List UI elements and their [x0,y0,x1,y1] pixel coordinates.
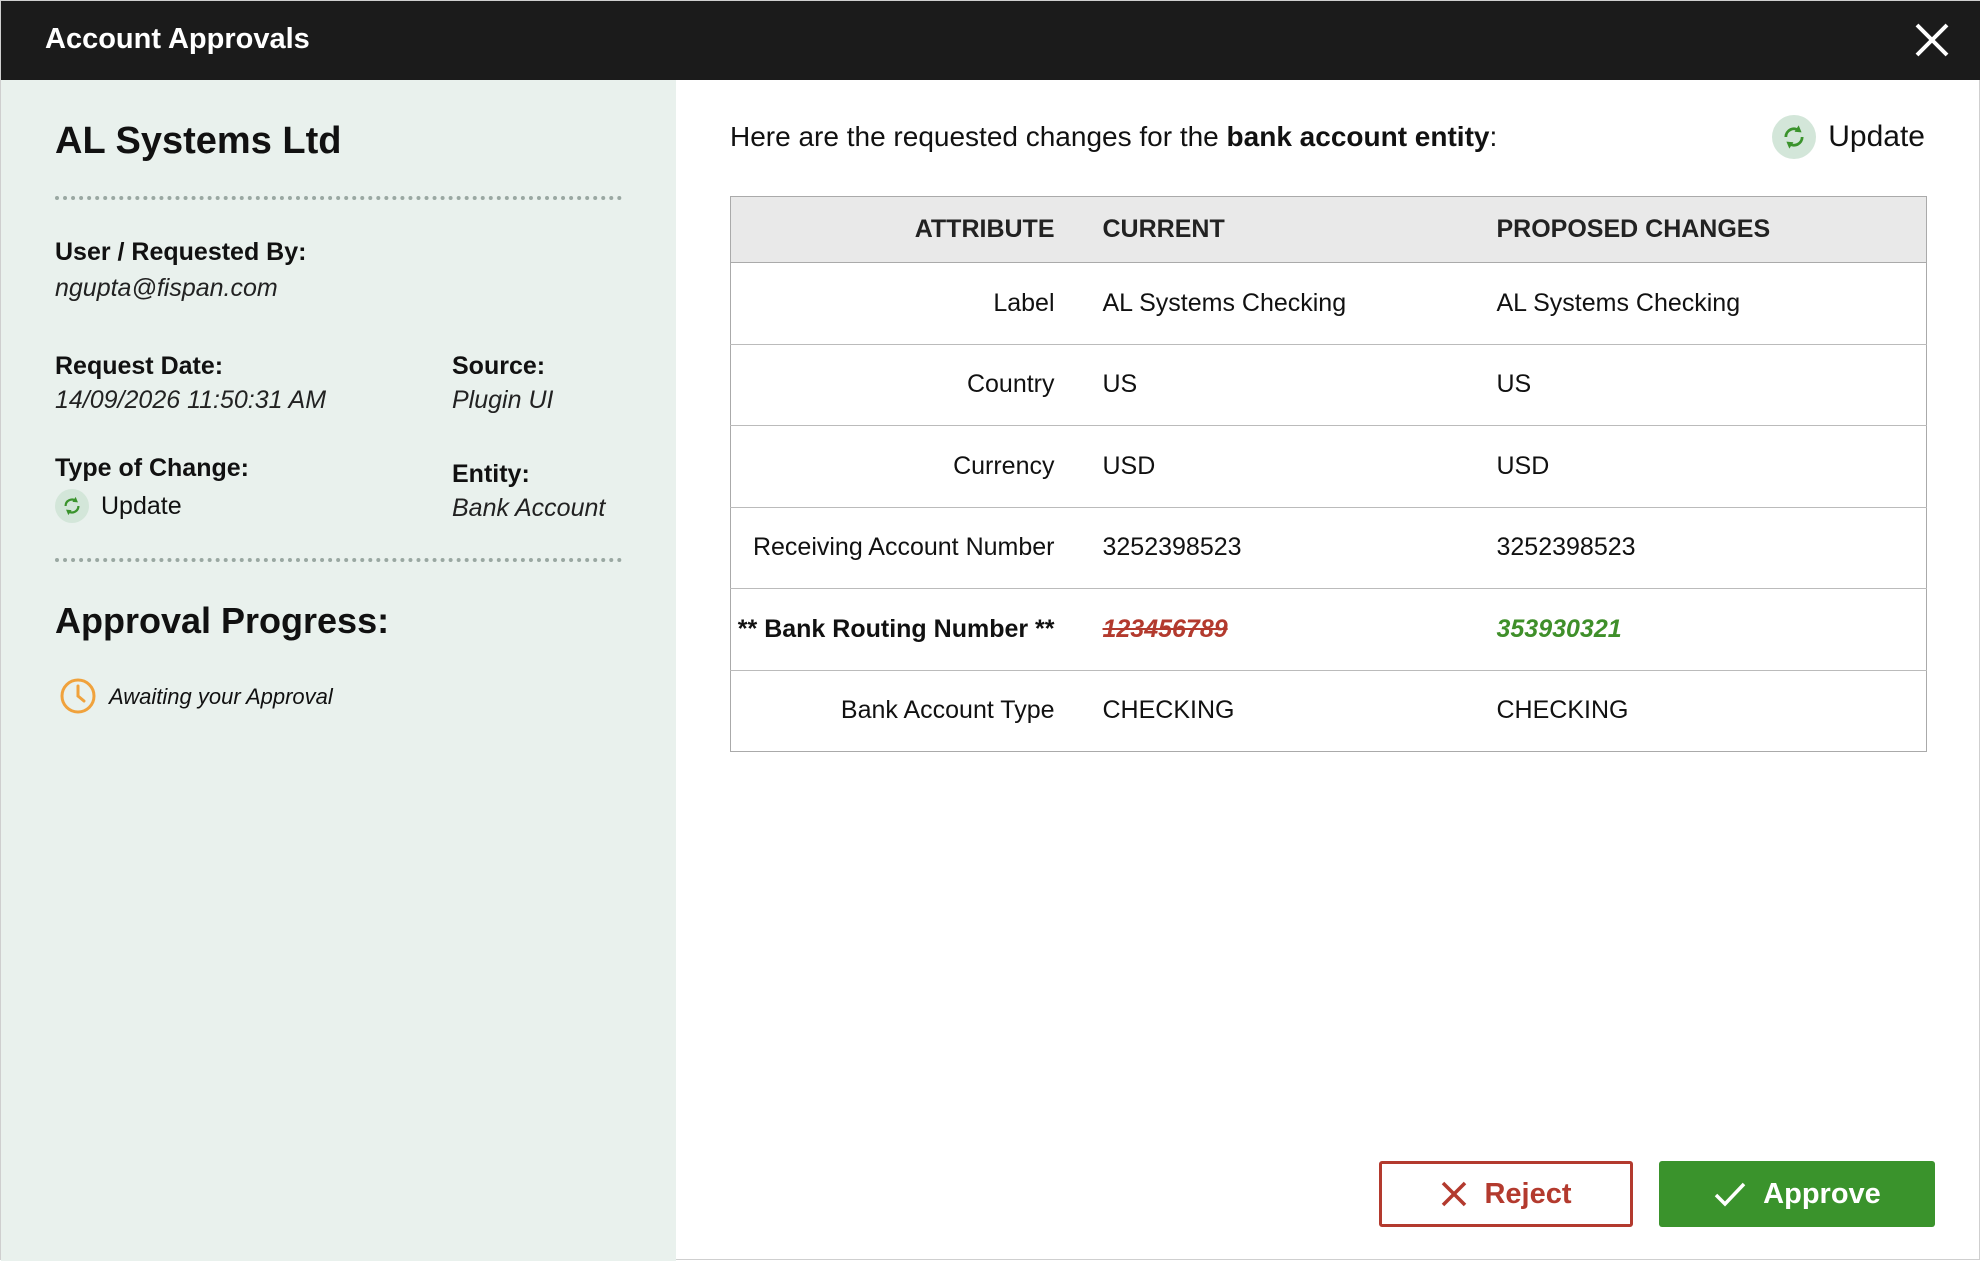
removed-value: 123456789 [1102,614,1228,643]
table-row: Receiving Account Number 3252398523 3252… [730,506,1927,589]
title-bar: Account Approvals [1,1,1980,80]
intro-entity: bank account entity [1226,121,1490,152]
request-date-value: 14/09/2026 11:50:31 AM [55,386,327,414]
table-row: Bank Account Type CHECKING CHECKING [730,669,1927,752]
change-type-label: Update [1828,120,1925,153]
changes-intro: Here are the requested changes for the b… [730,121,1497,153]
approve-label: Approve [1763,1177,1881,1210]
table-row-changed: ** Bank Routing Number ** 123456789 3539… [730,588,1927,670]
close-button[interactable] [1913,21,1951,59]
requested-by-label: User / Requested By: [55,238,307,266]
column-header-current: CURRENT [1102,196,1497,263]
column-header-attribute: ATTRIBUTE [730,196,1103,263]
proposed-value-cell: US [1496,343,1927,426]
table-row: Label AL Systems Checking AL Systems Che… [730,262,1927,344]
approval-status: Awaiting your Approval [109,684,333,709]
current-value-cell: US [1102,343,1497,426]
checkmark-icon [1714,1182,1746,1207]
type-of-change-value: Update [101,492,182,520]
table-header-row: ATTRIBUTE CURRENT PROPOSED CHANGES [730,196,1927,263]
table-row: Country US US [730,343,1927,426]
attribute-cell: ** Bank Routing Number ** [730,588,1103,670]
approve-button[interactable]: Approve [1659,1161,1935,1227]
proposed-value-cell: CHECKING [1496,669,1927,752]
reject-button[interactable]: Reject [1379,1161,1633,1227]
type-of-change-label: Type of Change: [55,454,249,482]
current-value-cell: CHECKING [1102,669,1497,752]
refresh-icon [1784,125,1804,149]
approval-progress-title: Approval Progress: [55,600,390,641]
column-header-proposed: PROPOSED CHANGES [1496,196,1927,263]
entity-value: Bank Account [452,494,606,522]
current-value-cell: 3252398523 [1102,506,1497,589]
attribute-cell: Label [730,262,1103,344]
clock-icon [60,678,96,714]
close-icon [1915,23,1949,57]
reject-label: Reject [1484,1177,1572,1210]
proposed-value-cell: AL Systems Checking [1496,262,1927,344]
refresh-icon [64,496,80,516]
request-summary-panel: AL Systems Ltd User / Requested By: ngup… [1,80,676,1261]
attribute-cell: Bank Account Type [730,669,1103,752]
current-value-cell: USD [1102,425,1497,507]
entity-label: Entity: [452,460,530,488]
source-label: Source: [452,352,546,380]
requested-by-value: ngupta@fispan.com [55,274,278,302]
company-name: AL Systems Ltd [55,120,342,162]
intro-suffix: : [1489,121,1498,152]
proposed-value-cell: 353930321 [1496,588,1927,670]
table-row: Currency USD USD [730,425,1927,507]
x-icon [1442,1181,1467,1207]
approval-modal: Account Approvals AL Systems Ltd User / … [0,0,1980,1261]
source-value: Plugin UI [452,386,554,414]
changes-table: ATTRIBUTE CURRENT PROPOSED CHANGES Label… [730,196,1927,752]
window-title: Account Approvals [45,23,310,55]
intro-text: Here are the requested changes for the [730,121,1227,152]
added-value: 353930321 [1496,614,1622,643]
divider [55,196,622,200]
divider [55,558,622,562]
current-value-cell: AL Systems Checking [1102,262,1497,344]
request-date-label: Request Date: [55,352,224,380]
current-value-cell: 123456789 [1102,588,1497,670]
change-type-indicator: Update [1772,115,1925,159]
attribute-cell: Currency [730,425,1103,507]
proposed-value-cell: USD [1496,425,1927,507]
update-badge [1772,115,1817,159]
attribute-cell: Country [730,343,1103,426]
proposed-value-cell: 3252398523 [1496,506,1927,589]
attribute-cell: Receiving Account Number [730,506,1103,589]
update-badge [55,489,89,523]
